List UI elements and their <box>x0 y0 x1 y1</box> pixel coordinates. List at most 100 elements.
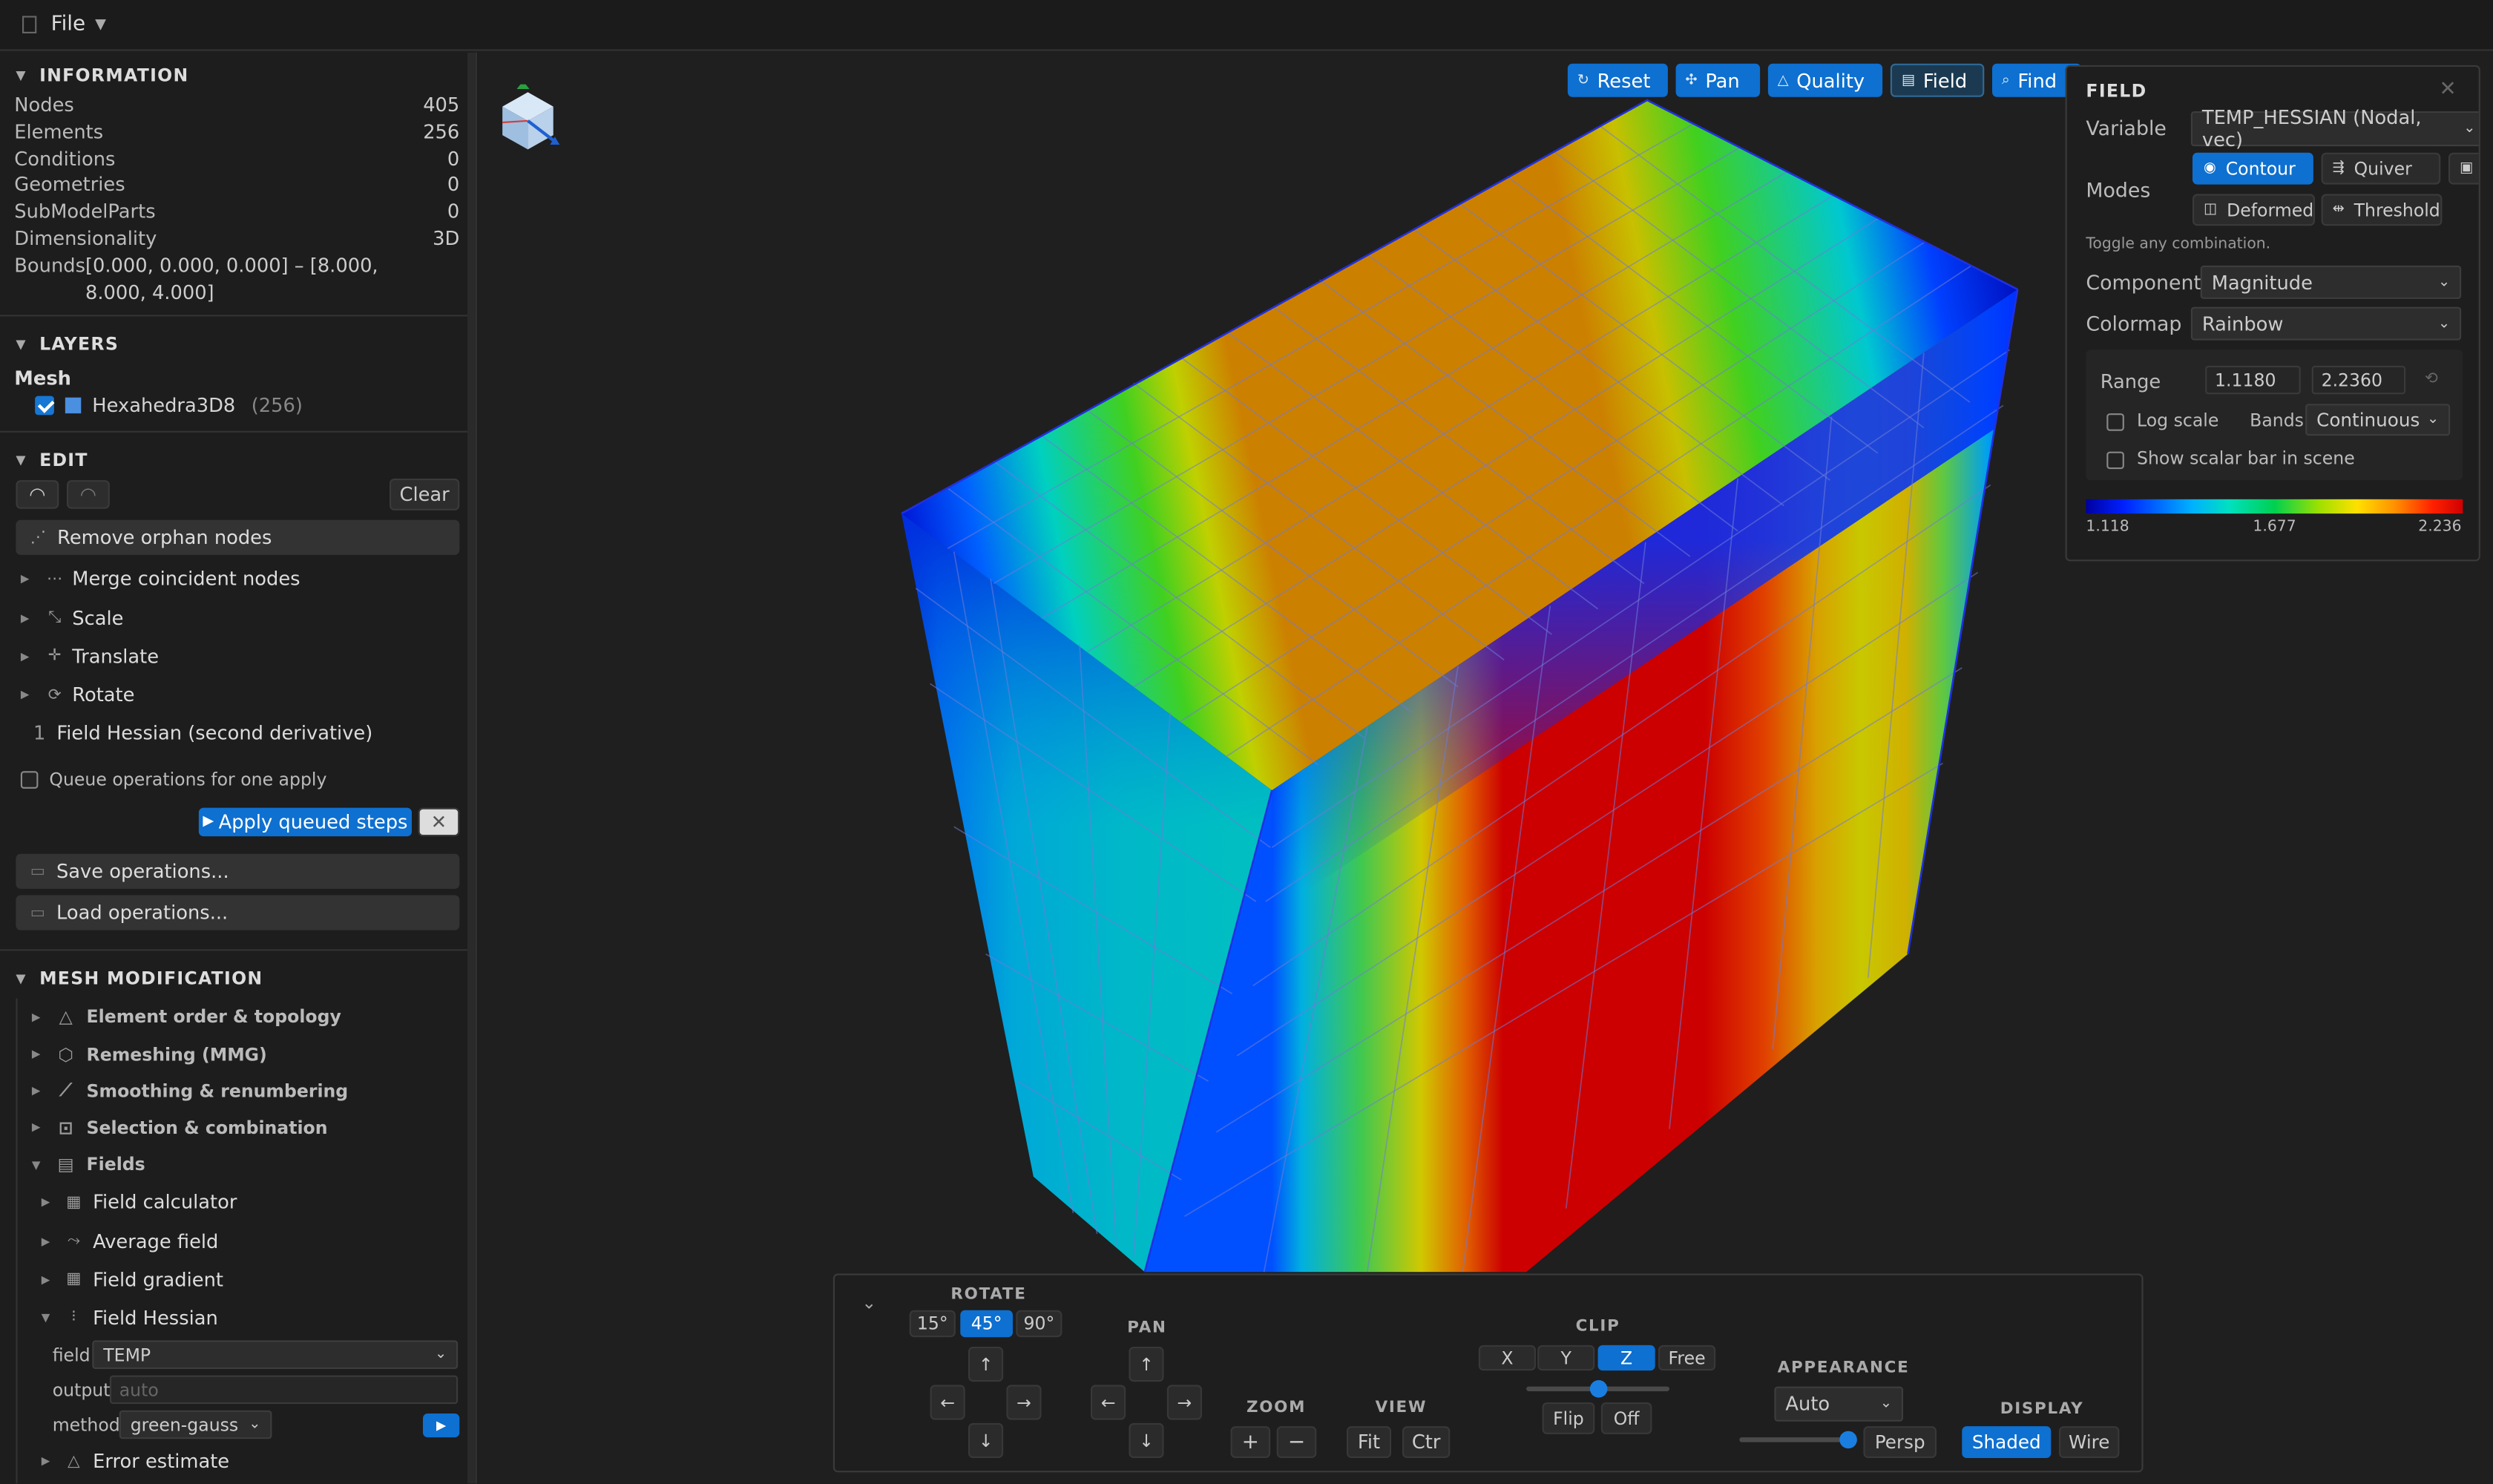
select-value: Magnitude <box>2211 271 2313 294</box>
pan-left-button[interactable]: ← <box>1091 1385 1126 1420</box>
tree-item-error-estimate[interactable]: ▶ △ Error estimate <box>0 1442 476 1481</box>
clip-z-button[interactable]: Z <box>1597 1345 1655 1371</box>
edit-item[interactable]: ▶ ⋯ Merge coincident nodes <box>0 560 476 599</box>
file-menu[interactable]: File <box>51 13 86 36</box>
wire-button[interactable]: Wire <box>2059 1426 2120 1458</box>
slider-knob[interactable] <box>1589 1380 1608 1398</box>
save-operations-button[interactable]: ▭ Save operations... <box>16 854 460 890</box>
queue-operations-row[interactable]: Queue operations for one apply <box>0 752 476 807</box>
undo-button[interactable]: ◠ <box>16 480 59 510</box>
collapse-panel-icon[interactable]: ⌄ <box>861 1293 876 1313</box>
slider-knob[interactable] <box>1839 1431 1857 1449</box>
pan-down-button[interactable]: ↓ <box>1129 1422 1164 1458</box>
range-min-input[interactable]: 1.1180 <box>2205 365 2301 395</box>
quality-button[interactable]: △ Quality <box>1767 63 1883 97</box>
tree-item[interactable]: ▶ ▦ Field calculator <box>0 1183 476 1222</box>
clip-x-button[interactable]: X <box>1478 1345 1536 1371</box>
info-label: SubModelParts <box>14 200 156 223</box>
layer-color-swatch[interactable] <box>65 398 82 414</box>
hessian-field-select[interactable]: TEMP ⌄ <box>92 1340 459 1369</box>
rotate-right-button[interactable]: → <box>1006 1385 1042 1420</box>
search-icon: ⌕ <box>2001 72 2010 88</box>
colormap-select[interactable]: Rainbow ⌄ <box>2190 306 2462 341</box>
info-value: 256 <box>423 120 460 143</box>
tree-item[interactable]: ▶ ⤳ Average field <box>0 1222 476 1261</box>
hessian-method-param: method green-gauss ⌄ ▶ <box>0 1407 476 1442</box>
tree-item[interactable]: ▶ ⟋ Smoothing & renumbering <box>0 1073 476 1110</box>
expand-caret-icon: ▶ <box>20 650 30 663</box>
pan-up-button[interactable]: ↑ <box>1129 1347 1164 1382</box>
load-operations-button[interactable]: ▭ Load operations... <box>16 896 460 931</box>
range-max-input[interactable]: 2.2360 <box>2311 365 2406 395</box>
tree-item[interactable]: ▶ △ Element order & topology <box>0 999 476 1036</box>
clip-flip-button[interactable]: Flip <box>1542 1402 1595 1434</box>
component-select[interactable]: Magnitude ⌄ <box>2200 265 2462 299</box>
button-label: Threshold <box>2354 199 2440 220</box>
tree-item[interactable]: ▼ ▤ Fields <box>0 1146 476 1183</box>
bands-select[interactable]: Continuous ⌄ <box>2305 404 2451 436</box>
rotate-down-button[interactable]: ↓ <box>968 1422 1004 1458</box>
apply-queued-steps-button[interactable]: ▶ Apply queued steps <box>198 808 412 837</box>
info-label: Conditions <box>14 147 116 170</box>
pan-button[interactable]: ✣ Pan <box>1675 63 1761 97</box>
expand-caret-icon: ▶ <box>41 1273 50 1286</box>
layer-item[interactable]: Hexahedra3D8 (256) <box>0 390 476 422</box>
expand-caret-icon: ▼ <box>41 1311 50 1324</box>
run-hessian-button[interactable]: ▶ <box>423 1414 460 1438</box>
information-header[interactable]: ▼ INFORMATION <box>0 57 476 92</box>
redo-button[interactable]: ◠ <box>67 480 110 510</box>
rotate-left-button[interactable]: ← <box>930 1385 965 1420</box>
layer-visibility-checkbox[interactable] <box>35 396 54 416</box>
hessian-method-select[interactable]: green-gauss ⌄ <box>119 1410 272 1439</box>
scale-icon: ⤡ <box>48 609 62 627</box>
button-label: Pan <box>1705 69 1740 92</box>
deformed-toggle[interactable]: ◫ Deformed <box>2193 194 2315 226</box>
contour-toggle[interactable]: ◉ Contour <box>2193 152 2313 185</box>
mesh-modification-header[interactable]: ▼ MESH MODIFICATION <box>0 961 476 996</box>
hessian-output-input[interactable]: auto <box>109 1375 459 1405</box>
shaded-button[interactable]: Shaded <box>1962 1426 2052 1458</box>
clip-off-button[interactable]: Off <box>1600 1402 1652 1434</box>
edit-header[interactable]: ▼ EDIT <box>0 443 476 478</box>
reset-range-icon[interactable]: ⟲ <box>2425 370 2438 388</box>
center-button[interactable]: Ctr <box>1402 1426 1451 1458</box>
layers-header[interactable]: ▼ LAYERS <box>0 326 476 361</box>
tree-item[interactable]: ▶ ⬡ Remeshing (MMG) <box>0 1036 476 1073</box>
zoom-out-button[interactable]: − <box>1276 1426 1317 1458</box>
edit-item[interactable]: ▶ ⤡ Scale <box>0 599 476 637</box>
orientation-cube-icon[interactable] <box>493 84 566 158</box>
clip-free-button[interactable]: Free <box>1658 1345 1716 1371</box>
isosurface-toggle[interactable]: ▣Is <box>2448 152 2479 185</box>
perspective-button[interactable]: Persp <box>1863 1426 1937 1458</box>
triangle-icon: △ <box>59 1007 73 1028</box>
threshold-toggle[interactable]: ⇹ Threshold <box>2321 194 2443 226</box>
clear-button[interactable]: Clear <box>390 479 460 511</box>
queue-operations-checkbox[interactable] <box>20 770 39 789</box>
log-scale-checkbox[interactable] <box>2106 413 2124 431</box>
scalar-bar-checkbox[interactable] <box>2106 451 2124 470</box>
reset-button[interactable]: ↻ Reset <box>1567 63 1668 97</box>
appearance-slider[interactable] <box>1739 1431 1857 1449</box>
variable-select[interactable]: TEMP_HESSIAN (Nodal, vec) ⌄ <box>2190 107 2479 151</box>
tree-item-label: Field Hessian <box>93 1307 218 1330</box>
rotate-step-90[interactable]: 90° <box>1016 1310 1062 1338</box>
zoom-in-button[interactable]: + <box>1230 1426 1271 1458</box>
quiver-toggle[interactable]: ⇶ Quiver <box>2321 152 2441 185</box>
clip-y-button[interactable]: Y <box>1537 1345 1595 1371</box>
rotate-up-button[interactable]: ↑ <box>968 1347 1004 1382</box>
field-button[interactable]: ▤ Field <box>1890 63 1985 97</box>
pan-right-button[interactable]: → <box>1166 1385 1202 1420</box>
discard-queue-button[interactable]: ✕ <box>418 808 460 837</box>
rotate-step-15[interactable]: 15° <box>909 1310 956 1338</box>
rotate-step-45[interactable]: 45° <box>960 1310 1013 1338</box>
edit-item[interactable]: ▶ ✛ Translate <box>0 637 476 676</box>
edit-item[interactable]: ▶ ⟳ Rotate <box>0 676 476 715</box>
tree-item[interactable]: ▶ ⊡ Selection & combination <box>0 1109 476 1146</box>
clip-position-slider[interactable] <box>1526 1380 1669 1398</box>
appearance-select[interactable]: Auto ⌄ <box>1774 1386 1903 1422</box>
tree-item[interactable]: ▼ ⁝ Field Hessian <box>0 1298 476 1337</box>
fit-button[interactable]: Fit <box>1347 1426 1391 1458</box>
tree-item[interactable]: ▶ ▦ Field gradient <box>0 1260 476 1298</box>
remove-orphan-nodes-button[interactable]: ⋰ Remove orphan nodes <box>16 520 460 556</box>
close-icon[interactable]: ✕ <box>2439 78 2456 102</box>
